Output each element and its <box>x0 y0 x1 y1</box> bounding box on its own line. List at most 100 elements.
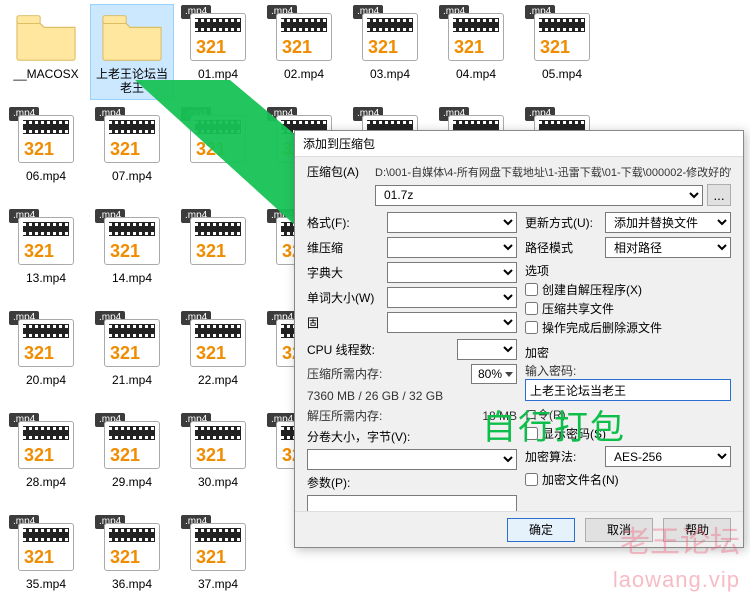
mem-compress-label: 压缩所需内存: <box>307 366 382 382</box>
video-file-item[interactable]: .mp4321 <box>176 106 260 202</box>
video-file-item[interactable]: .mp432135.mp4 <box>4 514 88 610</box>
video-file-item[interactable]: .mp432104.mp4 <box>434 4 518 100</box>
video-icon: .mp4321 <box>11 415 81 475</box>
mem-decompress-value: 18 MB <box>482 408 517 424</box>
video-icon: .mp4321 <box>183 517 253 577</box>
file-label: 37.mp4 <box>198 577 238 591</box>
options-group-header: 选项 <box>525 262 731 279</box>
file-label: 35.mp4 <box>26 577 66 591</box>
split-label: 分卷大小，字节(V): <box>307 428 517 445</box>
update-mode-label: 更新方式(U): <box>525 214 605 231</box>
file-label: 04.mp4 <box>456 67 496 81</box>
video-file-item[interactable]: .mp432136.mp4 <box>90 514 174 610</box>
share-checkbox[interactable]: 压缩共享文件 <box>525 300 731 317</box>
folder-icon <box>11 7 81 67</box>
file-label: 05.mp4 <box>542 67 582 81</box>
video-icon: .mp4321 <box>97 415 167 475</box>
level-select[interactable] <box>387 237 517 258</box>
password-label: 输入密码: <box>525 363 731 379</box>
update-mode-select[interactable]: 添加并替换文件 <box>605 212 731 233</box>
video-icon: .mp4321 <box>11 313 81 373</box>
word-label: 单词大小(W) <box>307 289 387 306</box>
help-button[interactable]: 帮助 <box>663 518 731 542</box>
video-file-item[interactable]: .mp432137.mp4 <box>176 514 260 610</box>
format-label: 格式(F): <box>307 214 387 231</box>
video-icon: .mp4321 <box>355 7 425 67</box>
cancel-button[interactable]: 取消 <box>585 518 653 542</box>
video-icon: .mp4321 <box>183 415 253 475</box>
video-file-item[interactable]: .mp432129.mp4 <box>90 412 174 508</box>
dict-label: 字典大 <box>307 264 387 281</box>
video-file-item[interactable]: .mp432103.mp4 <box>348 4 432 100</box>
file-label: 01.mp4 <box>198 67 238 81</box>
video-icon: .mp4321 <box>97 211 167 271</box>
file-label: 13.mp4 <box>26 271 66 285</box>
file-label: __MACOSX <box>13 67 78 81</box>
video-file-item[interactable]: .mp432101.mp4 <box>176 4 260 100</box>
file-label: 29.mp4 <box>112 475 152 489</box>
file-label: 30.mp4 <box>198 475 238 489</box>
password-input[interactable] <box>525 379 731 401</box>
level-label: 维压缩 <box>307 239 387 256</box>
video-file-item[interactable]: .mp432130.mp4 <box>176 412 260 508</box>
path-mode-select[interactable]: 相对路径 <box>605 237 731 258</box>
threads-select[interactable] <box>457 339 517 360</box>
video-file-item[interactable]: .mp432120.mp4 <box>4 310 88 406</box>
dict-select[interactable] <box>387 262 517 283</box>
archive-label: 压缩包(A) <box>307 163 375 180</box>
sfx-checkbox[interactable]: 创建自解压程序(X) <box>525 281 731 298</box>
file-label: 02.mp4 <box>284 67 324 81</box>
video-icon: .mp4321 <box>183 313 253 373</box>
file-label: 03.mp4 <box>370 67 410 81</box>
enc-method-select[interactable]: AES-256 <box>605 446 731 467</box>
video-file-item[interactable]: .mp432128.mp4 <box>4 412 88 508</box>
solid-label: 固 <box>307 314 387 331</box>
video-icon: .mp4321 <box>183 211 253 271</box>
folder-item[interactable]: 上老王论坛当老王 <box>90 4 174 100</box>
video-icon: .mp4321 <box>11 109 81 169</box>
archive-name-select[interactable]: 01.7z <box>375 185 703 206</box>
video-file-item[interactable]: .mp432121.mp4 <box>90 310 174 406</box>
video-icon: .mp4321 <box>183 7 253 67</box>
file-label: 07.mp4 <box>112 169 152 183</box>
ok-button[interactable]: 确定 <box>507 518 575 542</box>
file-label: 36.mp4 <box>112 577 152 591</box>
video-file-item[interactable]: .mp4321 <box>176 208 260 304</box>
video-file-item[interactable]: .mp432105.mp4 <box>520 4 604 100</box>
file-label: 28.mp4 <box>26 475 66 489</box>
params-input[interactable] <box>307 495 517 511</box>
delete-after-checkbox[interactable]: 操作完成后删除源文件 <box>525 319 731 336</box>
add-to-archive-dialog: 添加到压缩包 压缩包(A) D:\001-自媒体\4-所有网盘下载地址\1-迅雷… <box>294 130 744 548</box>
word-select[interactable] <box>387 287 517 308</box>
video-icon: .mp4321 <box>441 7 511 67</box>
file-label: 14.mp4 <box>112 271 152 285</box>
video-icon: .mp4321 <box>97 517 167 577</box>
file-label: 上老王论坛当老王 <box>92 67 172 95</box>
video-icon: .mp4321 <box>11 517 81 577</box>
mem-decompress-label: 解压所需内存: <box>307 408 382 424</box>
video-file-item[interactable]: .mp432113.mp4 <box>4 208 88 304</box>
video-file-item[interactable]: .mp432106.mp4 <box>4 106 88 202</box>
video-file-item[interactable]: .mp432114.mp4 <box>90 208 174 304</box>
video-file-item[interactable]: .mp432102.mp4 <box>262 4 346 100</box>
video-icon: .mp4321 <box>11 211 81 271</box>
folder-icon <box>97 7 167 67</box>
video-icon: .mp4321 <box>269 7 339 67</box>
format-select[interactable] <box>387 212 517 233</box>
video-icon: .mp4321 <box>97 109 167 169</box>
file-label: 22.mp4 <box>198 373 238 387</box>
video-icon: .mp4321 <box>97 313 167 373</box>
mem-percent[interactable]: 80% <box>471 364 517 384</box>
mem-compress-value: 7360 MB / 26 GB / 32 GB <box>307 388 517 404</box>
browse-button[interactable]: ... <box>707 184 731 206</box>
solid-select[interactable] <box>387 312 517 333</box>
threads-label: CPU 线程数: <box>307 341 457 358</box>
params-label: 参数(P): <box>307 474 350 491</box>
encrypt-names-checkbox[interactable]: 加密文件名(N) <box>525 471 731 488</box>
file-label: 06.mp4 <box>26 169 66 183</box>
split-select[interactable] <box>307 449 517 470</box>
video-file-item[interactable]: .mp432107.mp4 <box>90 106 174 202</box>
video-file-item[interactable]: .mp432122.mp4 <box>176 310 260 406</box>
show-password-checkbox[interactable]: 显示密码(S) <box>525 425 731 442</box>
folder-item[interactable]: __MACOSX <box>4 4 88 100</box>
